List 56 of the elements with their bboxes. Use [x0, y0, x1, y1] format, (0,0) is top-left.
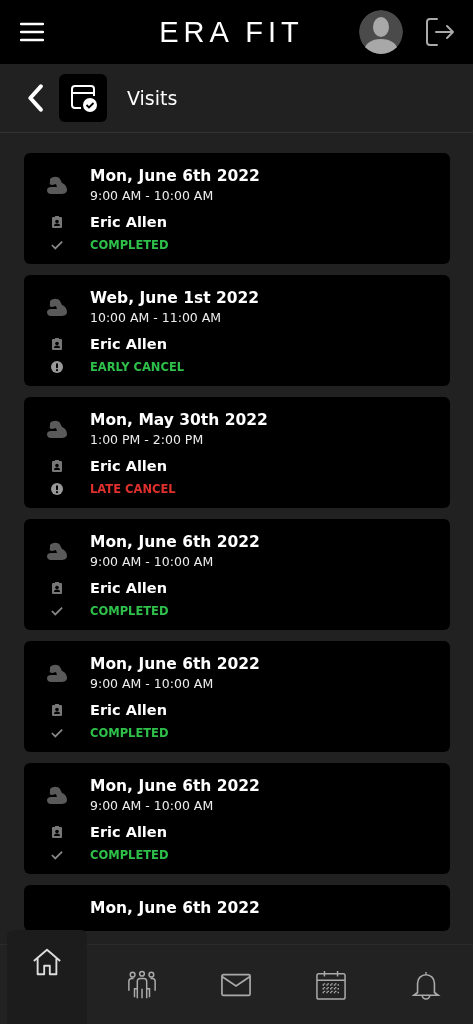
- calendar-check-icon: [59, 74, 107, 122]
- visit-date: Mon, June 6th 2022: [90, 899, 260, 917]
- page-title: Visits: [127, 87, 178, 109]
- trainer-name: Eric Allen: [90, 458, 167, 474]
- id-badge-icon: [51, 216, 63, 228]
- visit-date: Mon, June 6th 2022: [90, 167, 260, 185]
- check-icon: [51, 605, 63, 617]
- people-icon: [126, 969, 157, 1000]
- id-badge-icon: [51, 460, 63, 472]
- check-icon: [51, 727, 63, 739]
- logo: ERA FIT: [158, 15, 304, 49]
- id-badge-icon: [51, 338, 63, 350]
- visit-time: 9:00 AM - 10:00 AM: [90, 188, 215, 203]
- visit-card[interactable]: Mon, June 6th 2022 9:00 AM - 10:00 AM Eric Allen COMPLETED: [24, 519, 450, 630]
- menu-icon[interactable]: [20, 22, 44, 42]
- check-icon: [51, 239, 63, 251]
- visit-card[interactable]: Web, June 1st 2022 10:00 AM - 11:00 AM Eric Allen EARLY CANCEL: [24, 275, 450, 386]
- home-icon: [32, 947, 63, 977]
- visit-status: EARLY CANCEL: [90, 360, 185, 374]
- id-badge-icon: [51, 704, 63, 716]
- calendar-icon: [316, 969, 347, 1000]
- visit-card[interactable]: Mon, May 30th 2022 1:00 PM - 2:00 PM Eric Allen LATE CANCEL: [24, 397, 450, 508]
- visit-time: 10:00 AM - 11:00 AM: [90, 310, 223, 325]
- bell-icon: [410, 969, 441, 1000]
- visit-card[interactable]: Mon, June 6th 2022 9:00 AM - 10:00 AM Eric Allen COMPLETED: [24, 641, 450, 752]
- trainer-name: Eric Allen: [90, 824, 167, 840]
- back-icon[interactable]: [26, 84, 44, 112]
- id-badge-icon: [51, 826, 63, 838]
- visit-date: Mon, May 30th 2022: [90, 411, 268, 429]
- visit-time: 9:00 AM - 10:00 AM: [90, 798, 215, 813]
- alert-icon: [51, 361, 63, 373]
- visit-status: COMPLETED: [90, 726, 169, 740]
- trainer-name: Eric Allen: [90, 214, 167, 230]
- visit-date: Mon, June 6th 2022: [90, 777, 260, 795]
- visit-status: COMPLETED: [90, 604, 169, 618]
- alert-icon: [51, 483, 63, 495]
- visit-status: COMPLETED: [90, 238, 169, 252]
- logout-icon[interactable]: [425, 17, 455, 47]
- check-icon: [51, 849, 63, 861]
- avatar-icon[interactable]: [359, 10, 403, 54]
- visit-status: LATE CANCEL: [90, 482, 176, 496]
- trainer-name: Eric Allen: [90, 336, 167, 352]
- id-badge-icon: [51, 582, 63, 594]
- visit-status: COMPLETED: [90, 848, 169, 862]
- visit-time: 9:00 AM - 10:00 AM: [90, 554, 215, 569]
- visit-card[interactable]: Mon, June 6th 2022 9:00 AM - 10:00 AM Eric Allen COMPLETED: [24, 153, 450, 264]
- visit-card[interactable]: Mon, June 6th 2022: [24, 885, 450, 931]
- visit-time: 1:00 PM - 2:00 PM: [90, 432, 205, 447]
- trainer-name: Eric Allen: [90, 702, 167, 718]
- visit-date: Mon, June 6th 2022: [90, 655, 260, 673]
- trainer-name: Eric Allen: [90, 580, 167, 596]
- visit-date: Web, June 1st 2022: [90, 289, 260, 307]
- visit-date: Mon, June 6th 2022: [90, 533, 260, 551]
- visit-card[interactable]: Mon, June 6th 2022 9:00 AM - 10:00 AM Eric Allen COMPLETED: [24, 763, 450, 874]
- home-tab[interactable]: [7, 930, 88, 1024]
- visit-time: 9:00 AM - 10:00 AM: [90, 676, 215, 691]
